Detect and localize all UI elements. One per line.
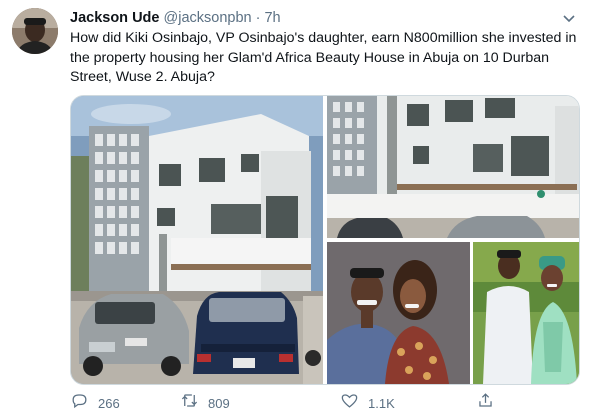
timestamp[interactable]: 7h <box>264 10 280 26</box>
reply-icon <box>70 391 89 415</box>
like-count: 1.1K <box>368 395 395 411</box>
heart-icon <box>340 391 359 415</box>
tweet-header: Jackson Ude @jacksonpbn · 7h <box>70 8 281 28</box>
action-bar: 266 809 1.1K <box>70 392 510 414</box>
like-button[interactable]: 1.1K <box>340 392 395 414</box>
building-closeup-photo[interactable] <box>327 96 579 238</box>
family-portrait-photo[interactable] <box>327 242 470 384</box>
media-grid <box>70 95 580 385</box>
share-icon <box>476 391 495 415</box>
retweet-button[interactable]: 809 <box>180 392 230 414</box>
author-name[interactable]: Jackson Ude <box>70 10 159 26</box>
separator-dot: · <box>255 10 261 26</box>
reply-count: 266 <box>98 395 120 411</box>
author-handle[interactable]: @jacksonpbn <box>164 10 252 26</box>
chevron-down-icon[interactable] <box>561 10 577 26</box>
tweet[interactable]: Jackson Ude @jacksonpbn · 7h How did Kik… <box>0 0 593 420</box>
tweet-text: How did Kiki Osinbajo, VP Osinbajo's dau… <box>70 30 577 86</box>
avatar[interactable] <box>12 8 58 54</box>
outdoor-portrait-photo[interactable] <box>473 242 579 384</box>
reply-button[interactable]: 266 <box>70 392 120 414</box>
share-button[interactable] <box>476 392 495 414</box>
building-photo[interactable] <box>71 96 323 384</box>
retweet-count: 809 <box>208 395 230 411</box>
retweet-icon <box>180 391 199 415</box>
